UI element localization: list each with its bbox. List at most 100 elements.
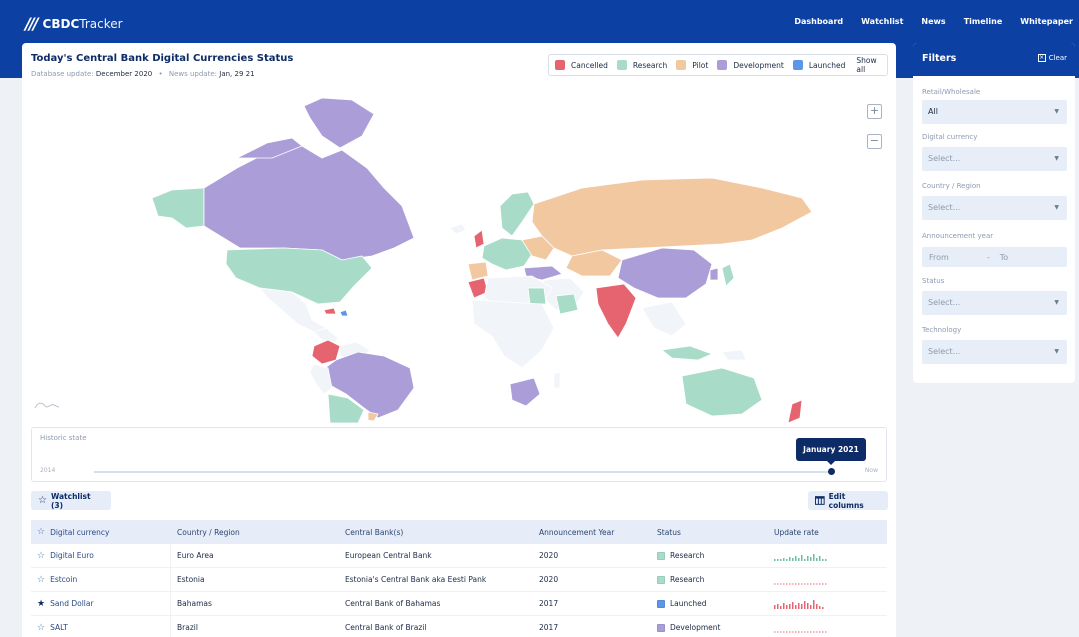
news-update-label: News update: [168, 70, 218, 78]
update-rate-sparkline [774, 583, 828, 584]
column-country-region[interactable]: Country / Region [171, 520, 339, 544]
legend-swatch [616, 60, 627, 70]
column-digital-currency[interactable]: ☆ Digital currency [31, 520, 171, 544]
map-region-iceland [449, 223, 467, 235]
digital-currency-select[interactable]: Select... ▼ [922, 147, 1067, 171]
logo-strong: CBDC [42, 16, 80, 31]
zoom-out-button[interactable]: − [867, 134, 882, 149]
retail-wholesale-value: All [928, 107, 938, 116]
bank-cell: Central Bank of Brazil [345, 623, 427, 632]
edit-columns-button[interactable]: Edit columns [808, 491, 888, 510]
status-swatch [657, 599, 665, 608]
clear-filters-button[interactable]: × Clear [1037, 54, 1067, 62]
country-region-select[interactable]: Select... ▼ [922, 196, 1067, 220]
status-legend: Cancelled Research Pilot Development Lau… [548, 54, 888, 76]
show-all-link[interactable]: Show all [856, 56, 881, 74]
nav-news[interactable]: News [921, 17, 945, 26]
map-region-uk [473, 229, 485, 249]
table-header-row: ☆ Digital currency Country / Region Cent… [31, 520, 887, 544]
table-row[interactable]: ★ Sand Dollar Bahamas Central Bank of Ba… [31, 592, 887, 616]
currency-cell[interactable]: ☆ Digital Euro [31, 544, 171, 567]
update-rate-cell [768, 544, 887, 567]
logo-mark: /// [25, 14, 38, 33]
logo[interactable]: /// CBDC Tracker [25, 14, 123, 33]
legend-launched[interactable]: Launched [792, 60, 845, 70]
status-label: Development [670, 623, 721, 632]
table-row[interactable]: ☆ SALT Brazil Central Bank of Brazil 201… [31, 616, 887, 637]
legend-cancelled[interactable]: Cancelled [555, 60, 608, 70]
legend-label: Pilot [692, 60, 709, 70]
bank-cell: Estonia's Central Bank aka Eesti Pank [345, 575, 487, 584]
currency-cell[interactable]: ☆ Estcoin [31, 568, 171, 591]
column-central-banks[interactable]: Central Bank(s) [339, 520, 533, 544]
country-cell: Bahamas [177, 599, 212, 608]
map-region-bahamas [339, 309, 349, 317]
zoom-in-button[interactable]: + [867, 104, 882, 119]
watchlist-button[interactable]: ☆ Watchlist (3) [31, 491, 111, 510]
year-cell: 2020 [539, 551, 559, 560]
legend-development[interactable]: Development [717, 60, 784, 70]
column-update-rate[interactable]: Update rate [768, 520, 887, 544]
status-swatch [657, 623, 665, 632]
star-outline-icon[interactable]: ☆ [37, 575, 45, 585]
map-region-papua [721, 349, 747, 361]
map-region-southeast-asia [641, 301, 687, 337]
table-row[interactable]: ☆ Digital Euro Euro Area European Centra… [31, 544, 887, 568]
cbdc-table: ☆ Digital currency Country / Region Cent… [31, 520, 887, 637]
column-status[interactable]: Status [651, 520, 768, 544]
nav-dashboard[interactable]: Dashboard [794, 17, 843, 26]
legend-research[interactable]: Research [616, 60, 667, 70]
currency-name[interactable]: SALT [50, 623, 68, 632]
table-row[interactable]: ☆ Estcoin Estonia Estonia's Central Bank… [31, 568, 887, 592]
db-update-value: December 2020 [95, 70, 153, 78]
legend-swatch [676, 60, 687, 70]
currency-name[interactable]: Digital Euro [50, 551, 94, 560]
country-cell: Brazil [177, 623, 198, 632]
chevron-down-icon: ▼ [1054, 348, 1059, 355]
legend-label: Development [733, 60, 784, 70]
status-cell: Launched [651, 592, 768, 615]
map-region-south-africa [509, 377, 541, 407]
currency-name[interactable]: Estcoin [50, 575, 77, 584]
status-card: Today's Central Bank Digital Currencies … [22, 43, 896, 637]
star-filled-icon[interactable]: ★ [37, 599, 45, 609]
technology-select[interactable]: Select... ▼ [922, 340, 1067, 364]
page-title: Today's Central Bank Digital Currencies … [31, 53, 294, 64]
star-outline-icon: ☆ [37, 527, 46, 537]
year-from-input[interactable]: From [929, 253, 949, 262]
status-select[interactable]: Select... ▼ [922, 291, 1067, 315]
legend-pilot[interactable]: Pilot [676, 60, 708, 70]
column-announcement-year[interactable]: Announcement Year [533, 520, 651, 544]
historic-state-label: Historic state [40, 434, 87, 442]
retail-wholesale-select[interactable]: All ▼ [922, 100, 1067, 124]
nav-timeline[interactable]: Timeline [964, 17, 1003, 26]
history-slider-track[interactable] [94, 471, 832, 473]
logo-light: Tracker [79, 16, 123, 31]
announcement-year-label: Announcement year [922, 232, 994, 240]
map-region-madagascar [553, 371, 561, 389]
watchlist-button-label: Watchlist (3) [50, 491, 91, 510]
country-cell: Estonia [177, 575, 205, 584]
map-region-central-africa [471, 299, 555, 369]
separator-dot: • [158, 70, 163, 78]
status-swatch [657, 575, 665, 584]
nav-whitepaper[interactable]: Whitepaper [1020, 17, 1073, 26]
currency-cell[interactable]: ★ Sand Dollar [31, 592, 171, 615]
nav-watchlist[interactable]: Watchlist [861, 17, 903, 26]
currency-name[interactable]: Sand Dollar [50, 599, 93, 608]
history-current-tooltip: January 2021 [796, 438, 866, 465]
filters-header: Filters × Clear [913, 43, 1075, 76]
star-outline-icon[interactable]: ☆ [37, 551, 45, 561]
update-rate-cell [768, 568, 887, 591]
history-slider-handle[interactable] [828, 468, 835, 475]
currency-cell[interactable]: ☆ SALT [31, 616, 171, 637]
year-to-input[interactable]: To [1000, 253, 1008, 262]
status-placeholder: Select... [928, 298, 961, 307]
map-region-iberia [467, 261, 489, 281]
history-end-label: Now [864, 467, 878, 474]
world-map[interactable] [22, 88, 896, 423]
year-cell: 2020 [539, 575, 559, 584]
star-outline-icon[interactable]: ☆ [37, 623, 45, 633]
map-region-egypt [527, 287, 547, 305]
technology-label: Technology [922, 326, 962, 334]
